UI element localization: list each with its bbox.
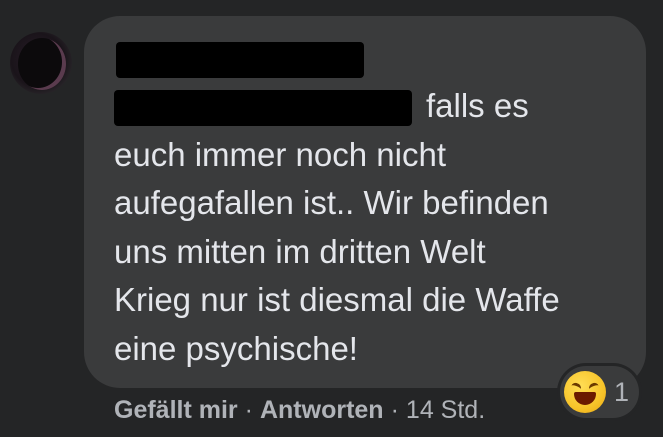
comment-text-line1: falls es	[426, 87, 529, 124]
avatar[interactable]	[10, 32, 72, 94]
reaction-count: 1	[614, 376, 630, 407]
reaction-summary[interactable]: 1	[560, 366, 640, 418]
timestamp[interactable]: 14 Std.	[406, 396, 485, 425]
author-name[interactable]	[116, 42, 364, 78]
reply-button[interactable]: Antworten	[260, 396, 384, 425]
comment-text: euch immer noch nicht aufegafallen ist..…	[114, 135, 560, 367]
redaction-bar	[116, 42, 364, 78]
separator: ·	[390, 396, 399, 424]
comment-actions: Gefällt mir · Antworten · 14 Std.	[114, 396, 485, 425]
haha-emoji-icon	[564, 371, 606, 413]
separator: ·	[244, 396, 253, 424]
like-button[interactable]: Gefällt mir	[114, 396, 238, 425]
redacted-text	[114, 90, 412, 126]
redaction-bar	[114, 90, 412, 126]
comment-thread: falls es euch immer noch nicht aufegafal…	[0, 0, 663, 437]
avatar-image	[18, 38, 66, 90]
comment-bubble: falls es euch immer noch nicht aufegafal…	[84, 16, 646, 388]
